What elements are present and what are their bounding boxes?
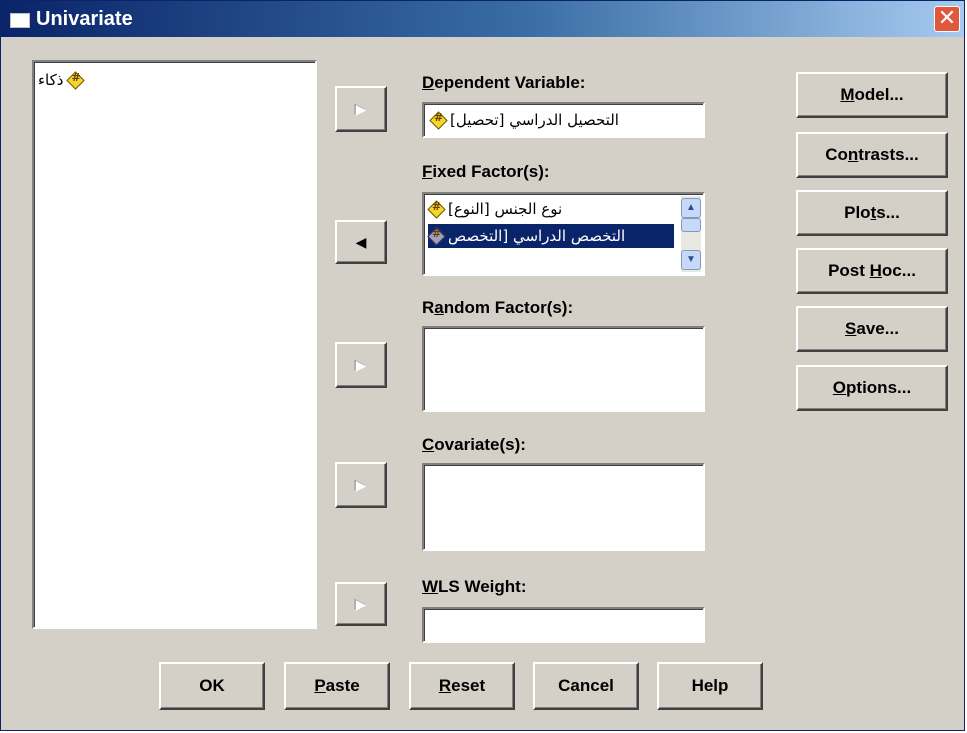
cancel-button[interactable]: Cancel (533, 662, 639, 710)
dependent-variable-item[interactable]: [التحصيل الدراسي [تحصيل (430, 108, 619, 132)
dependent-variable-field[interactable]: [التحصيل الدراسي [تحصيل (422, 102, 705, 138)
chevron-down-icon: ▼ (686, 254, 696, 265)
list-item-selected[interactable]: التخصص الدراسي [التخصص (428, 224, 674, 248)
paste-button[interactable]: Paste (284, 662, 390, 710)
model-button[interactable]: Model... (796, 72, 948, 118)
ok-button[interactable]: OK (159, 662, 265, 710)
scale-variable-icon (428, 227, 444, 244)
title-bar[interactable]: Univariate ✕ (1, 1, 964, 37)
list-item[interactable]: [نوع الجنس [النوع (428, 197, 678, 221)
window-title: Univariate (36, 8, 133, 30)
random-factors-label: Random Factor(s): (422, 298, 574, 317)
right-arrow-icon: ▶ (355, 356, 367, 373)
variable-label: التخصص الدراسي [التخصص (448, 227, 626, 245)
vertical-scrollbar[interactable]: ▲ ▼ (681, 196, 701, 272)
scale-variable-icon (67, 71, 83, 88)
fixed-factors-arrow-button[interactable]: ◀ (335, 220, 387, 264)
random-factors-arrow-button[interactable]: ▶ (335, 342, 387, 388)
plots-button[interactable]: Plots... (796, 190, 948, 236)
close-icon: ✕ (937, 5, 957, 30)
window-icon (10, 13, 30, 28)
contrasts-button[interactable]: Contrasts... (796, 132, 948, 178)
random-factors-list[interactable] (422, 326, 705, 412)
save-button[interactable]: Save... (796, 306, 948, 352)
left-arrow-icon: ◀ (355, 233, 367, 250)
covariates-list[interactable] (422, 463, 705, 551)
fixed-factors-label: Fixed Factor(s): (422, 162, 550, 181)
right-arrow-icon: ▶ (355, 100, 367, 117)
scale-variable-icon (428, 200, 444, 217)
wls-weight-arrow-button[interactable]: ▶ (335, 582, 387, 626)
options-button[interactable]: Options... (796, 365, 948, 411)
fixed-factors-list[interactable]: [نوع الجنس [النوع التخصص الدراسي [التخصص… (422, 192, 705, 276)
wls-weight-field[interactable] (422, 607, 705, 643)
list-item[interactable]: ذكاء (38, 68, 83, 92)
close-button[interactable]: ✕ (934, 6, 960, 32)
source-variable-list[interactable]: ذكاء (32, 60, 317, 629)
variable-label: ذكاء (38, 71, 64, 89)
scroll-thumb[interactable] (681, 218, 701, 232)
right-arrow-icon: ▶ (355, 476, 367, 493)
dependent-variable-value: [التحصيل الدراسي [تحصيل (450, 111, 619, 129)
dependent-variable-label: Dependent Variable: (422, 73, 586, 92)
scroll-up-button[interactable]: ▲ (681, 198, 701, 218)
post-hoc-button[interactable]: Post Hoc... (796, 248, 948, 294)
scroll-down-button[interactable]: ▼ (681, 250, 701, 270)
dependent-variable-arrow-button[interactable]: ▶ (335, 86, 387, 132)
wls-weight-label: WLS Weight: (422, 577, 527, 596)
scale-variable-icon (430, 111, 446, 128)
reset-button[interactable]: Reset (409, 662, 515, 710)
covariates-label: Covariate(s): (422, 435, 526, 454)
right-arrow-icon: ▶ (355, 595, 367, 612)
help-button[interactable]: Help (657, 662, 763, 710)
chevron-up-icon: ▲ (686, 202, 696, 213)
univariate-dialog: Univariate ✕ ذكاء ▶ Dependent Variable: … (0, 0, 965, 731)
variable-label: [نوع الجنس [النوع (448, 200, 563, 218)
covariates-arrow-button[interactable]: ▶ (335, 462, 387, 508)
